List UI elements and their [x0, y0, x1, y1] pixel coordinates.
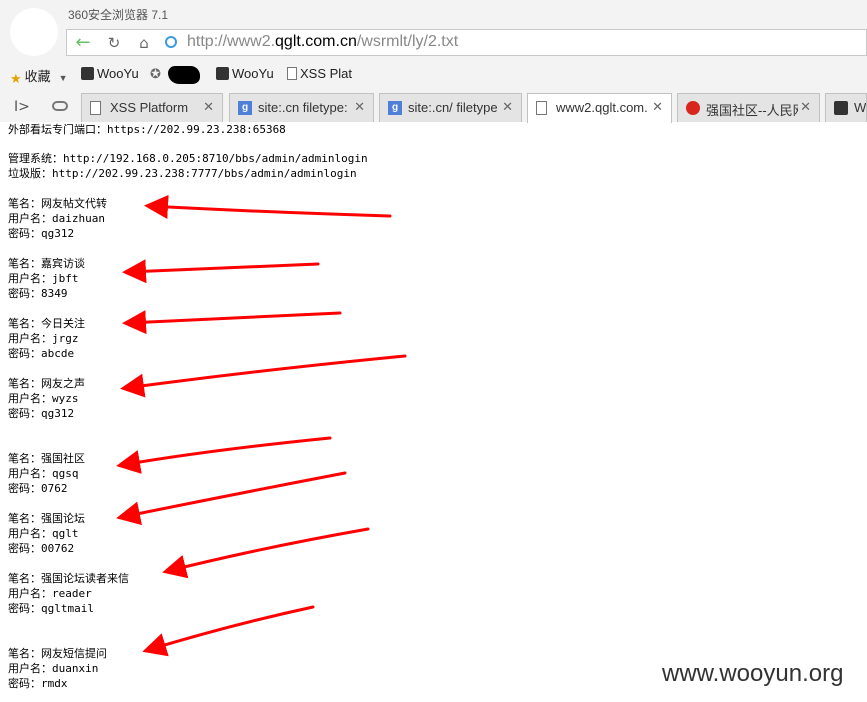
close-icon[interactable]: ✕	[652, 99, 663, 115]
watermark: www.wooyun.org	[662, 660, 844, 687]
close-icon[interactable]: ✕	[203, 99, 214, 115]
account-password: 密码：8349	[8, 287, 68, 300]
document-icon	[90, 101, 101, 115]
reload-icon[interactable]: ↻	[103, 33, 125, 53]
navigation-bar: ← ↻ ⌂ http://www2.qglt.com.cn/wsrmlt/ly/…	[66, 29, 867, 56]
bookmark-hidden[interactable]: ✪	[150, 66, 161, 82]
red-arrow	[122, 310, 342, 335]
cloud-icon[interactable]	[52, 101, 68, 111]
wooyun-icon	[216, 67, 229, 80]
account-username: 用户名：duanxin	[8, 662, 99, 675]
document-icon	[536, 101, 547, 115]
url-prefix: http://www2.	[187, 33, 276, 50]
red-arrow	[162, 527, 370, 579]
tab-active-qglt[interactable]: www2.qglt.com.c ✕	[527, 93, 672, 123]
account-pen-name: 笔名：强国论坛读者来信	[8, 572, 129, 585]
tab-bar: I> XSS Platform ✕ g site:.cn filetype: ✕…	[0, 93, 867, 123]
url-path: /wsrmlt/ly/2.txt	[356, 33, 459, 50]
account-username: 用户名：reader	[8, 587, 92, 600]
account-pen-name: 笔名：强国社区	[8, 452, 85, 465]
text-line-garbage: 垃圾版：http://202.99.23.238:7777/bbs/admin/…	[8, 167, 357, 180]
bookmark-favorites[interactable]: ★ 收藏 ▼	[10, 66, 68, 86]
account-pen-name: 笔名：网友帖文代转	[8, 197, 107, 210]
account-password: 密码：00762	[8, 542, 75, 555]
google-icon: g	[238, 101, 252, 115]
tab-wooyun[interactable]: W	[825, 93, 867, 122]
people-daily-icon	[686, 101, 700, 115]
account-username: 用户名：daizhuan	[8, 212, 105, 225]
bookmark-wooyun-1[interactable]: WooYu	[81, 66, 139, 81]
google-icon: g	[388, 101, 402, 115]
account-password: 密码：rmdx	[8, 677, 68, 690]
red-arrow	[120, 354, 407, 398]
red-arrow	[116, 436, 332, 474]
account-username: 用户名：jbft	[8, 272, 79, 285]
browser-chrome: 360安全浏览器 7.1 ← ↻ ⌂ http://www2.qglt.com.…	[0, 0, 867, 123]
bookmarks-bar: ★ 收藏 ▼ WooYu ✪ WooYu XSS Plat	[0, 62, 867, 86]
document-icon	[287, 67, 297, 80]
text-line-port: 外部看坛专门端口：https://202.99.23.238:65368	[8, 123, 286, 136]
tab-google-1[interactable]: g site:.cn filetype: ✕	[229, 93, 374, 122]
sidebar-toggle-icon[interactable]: I>	[14, 99, 30, 115]
address-bar[interactable]: http://www2.qglt.com.cn/wsrmlt/ly/2.txt	[187, 33, 458, 51]
close-icon[interactable]: ✕	[502, 99, 513, 115]
bookmark-wooyun-2[interactable]: WooYu	[216, 66, 274, 81]
account-password: 密码：qg312	[8, 407, 75, 420]
star-plus-icon: ★	[10, 71, 22, 86]
account-username: 用户名：wyzs	[8, 392, 79, 405]
tab-xss-platform[interactable]: XSS Platform ✕	[81, 93, 223, 122]
chevron-down-icon: ▼	[58, 73, 68, 83]
close-icon[interactable]: ✕	[354, 99, 365, 115]
account-username: 用户名：jrgz	[8, 332, 79, 345]
window-title: 360安全浏览器 7.1	[68, 8, 169, 22]
account-pen-name: 笔名：今日关注	[8, 317, 85, 330]
text-line-admin: 管理系统：http://192.168.0.205:8710/bbs/admin…	[8, 152, 368, 165]
wooyun-icon	[834, 101, 848, 115]
redaction-mark	[168, 66, 200, 84]
red-arrow	[116, 471, 347, 526]
bookmark-xss-platform[interactable]: XSS Plat	[287, 66, 352, 81]
wooyun-icon	[81, 67, 94, 80]
account-pen-name: 笔名：嘉宾访谈	[8, 257, 85, 270]
account-password: 密码：qgltmail	[8, 602, 94, 615]
tab-google-2[interactable]: g site:.cn/ filetype ✕	[379, 93, 522, 122]
account-password: 密码：abcde	[8, 347, 75, 360]
account-pen-name: 笔名：网友之声	[8, 377, 85, 390]
red-arrow	[144, 194, 392, 219]
account-username: 用户名：qgsq	[8, 467, 79, 480]
account-pen-name: 笔名：强国论坛	[8, 512, 85, 525]
red-arrow	[142, 605, 315, 657]
globe-icon	[165, 36, 177, 48]
browser-logo	[10, 8, 58, 56]
home-icon[interactable]: ⌂	[133, 33, 155, 53]
back-arrow-icon[interactable]: ←	[72, 33, 94, 53]
account-password: 密码：0762	[8, 482, 68, 495]
account-password: 密码：qg312	[8, 227, 75, 240]
url-domain: qglt.com.cn	[275, 33, 357, 50]
close-icon[interactable]: ✕	[800, 99, 811, 115]
account-username: 用户名：qglt	[8, 527, 79, 540]
red-arrow	[122, 259, 320, 284]
account-pen-name: 笔名：网友短信提问	[8, 647, 107, 660]
tab-qiangguo[interactable]: 强国社区--人民网 ✕	[677, 93, 820, 122]
star-icon: ✪	[150, 66, 161, 81]
